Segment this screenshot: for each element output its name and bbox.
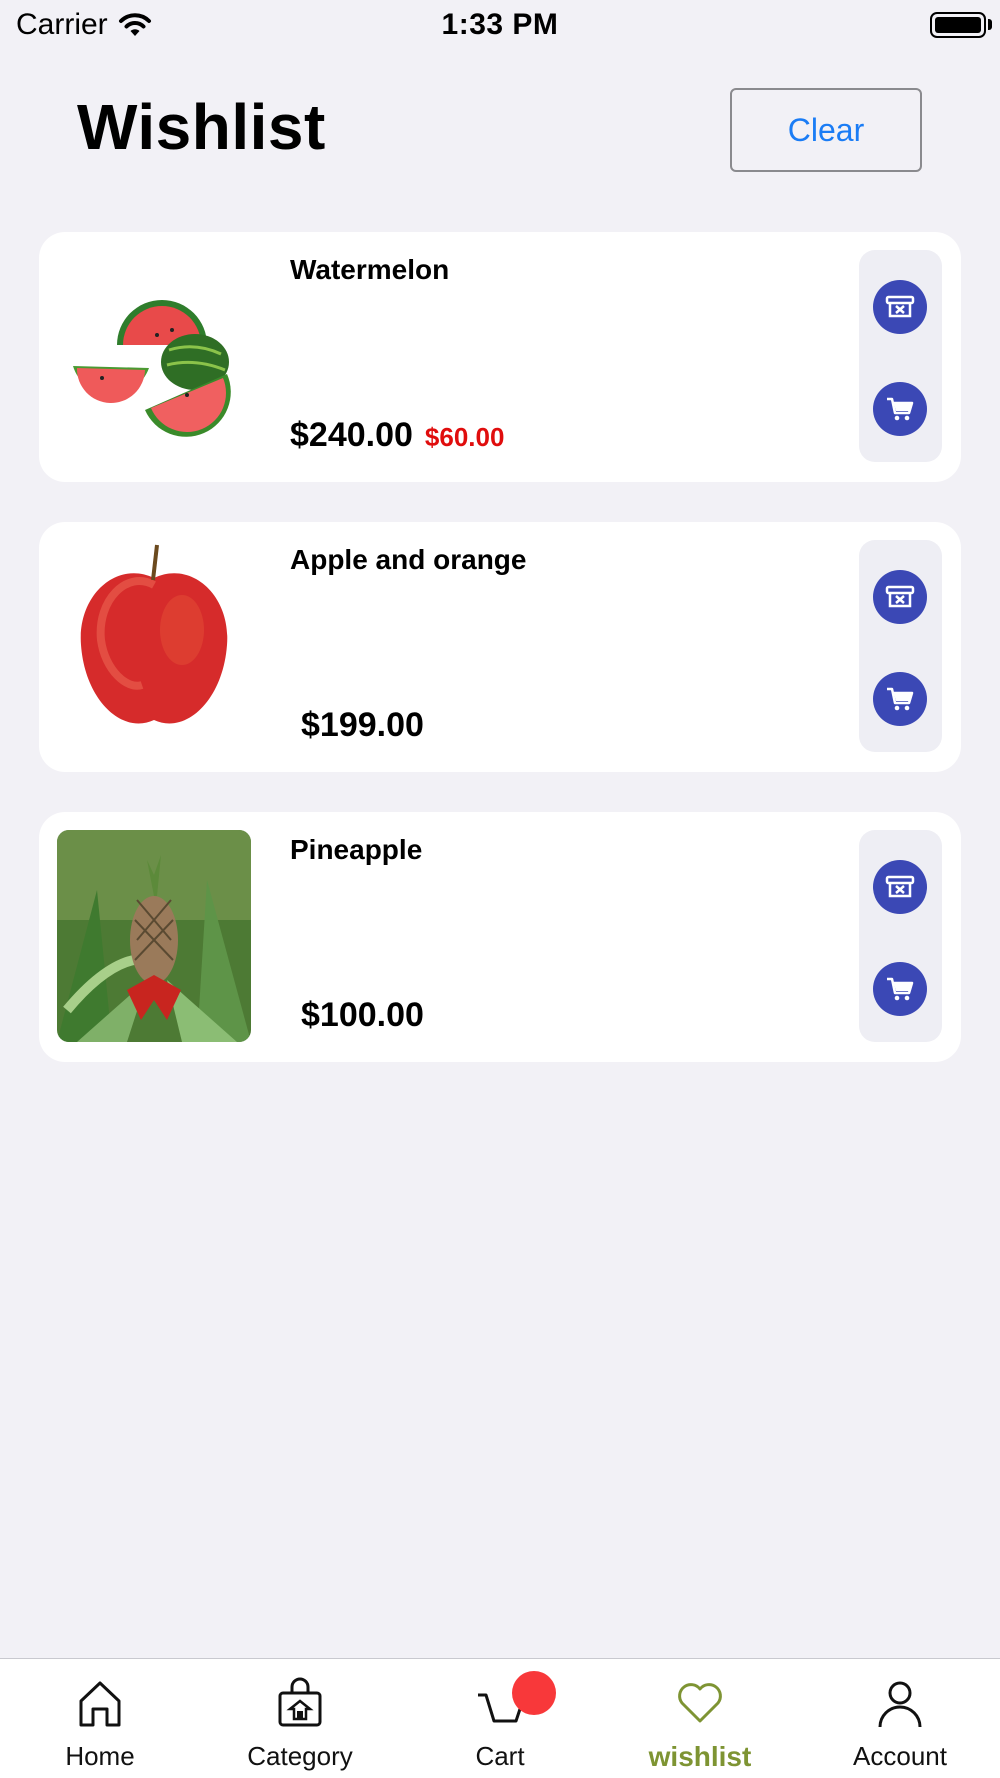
remove-button[interactable] (873, 860, 927, 914)
tab-category[interactable]: Category (200, 1659, 400, 1778)
wishlist-item[interactable]: Watermelon $240.00 $60.00 (39, 232, 961, 482)
remove-icon (885, 295, 915, 318)
add-to-cart-button[interactable] (873, 962, 927, 1016)
pineapple-image (57, 830, 251, 1042)
price-row: $240.00 $60.00 (290, 416, 504, 455)
clear-button[interactable]: Clear (730, 88, 922, 172)
tab-label: wishlist (648, 1741, 752, 1772)
cart-icon (887, 687, 914, 711)
battery-icon (930, 12, 986, 38)
tab-label: Account (853, 1741, 947, 1771)
item-actions (859, 830, 942, 1042)
tab-wishlist[interactable]: wishlist (600, 1659, 800, 1778)
tab-label: Home (65, 1741, 135, 1771)
remove-icon (885, 585, 915, 608)
wishlist-item[interactable]: Apple and orange $199.00 (39, 522, 961, 772)
item-actions (859, 250, 942, 462)
apple-image (57, 540, 251, 752)
remove-icon (885, 875, 915, 898)
status-time: 1:33 PM (441, 8, 559, 41)
item-price: $240.00 (290, 416, 413, 454)
tab-label: Cart (475, 1741, 525, 1771)
category-icon (278, 1677, 322, 1727)
cart-icon (887, 397, 914, 421)
tab-label: Category (247, 1741, 353, 1771)
battery-cap (988, 19, 992, 30)
item-name: Watermelon (290, 254, 450, 285)
item-name: Apple and orange (290, 544, 527, 575)
wishlist-item[interactable]: Pineapple $100.00 (39, 812, 961, 1062)
status-bar: Carrier 1:33 PM (0, 0, 1000, 50)
remove-button[interactable] (873, 280, 927, 334)
item-price: $199.00 (301, 706, 424, 744)
add-to-cart-button[interactable] (873, 382, 927, 436)
item-actions (859, 540, 942, 752)
price-row: $199.00 (301, 706, 424, 745)
cart-icon (887, 977, 914, 1001)
account-icon (878, 1681, 922, 1728)
wishlist-screen: Carrier 1:33 PM Wishlist Clear Watermelo… (0, 0, 1000, 1778)
add-to-cart-button[interactable] (873, 672, 927, 726)
home-icon (79, 1681, 121, 1727)
tab-account[interactable]: Account (800, 1659, 1000, 1778)
item-name: Pineapple (290, 834, 423, 865)
item-price: $100.00 (301, 996, 424, 1034)
page-title: Wishlist (77, 91, 326, 163)
item-old-price: $60.00 (424, 422, 505, 452)
watermelon-image (57, 250, 251, 462)
tab-cart[interactable]: Cart (400, 1659, 600, 1778)
price-row: $100.00 (301, 996, 424, 1035)
remove-button[interactable] (873, 570, 927, 624)
tab-bar: Home Category Cart wishlist Account (0, 1658, 1000, 1778)
heart-icon (678, 1683, 722, 1723)
cart-badge (512, 1671, 556, 1715)
tab-home[interactable]: Home (0, 1659, 200, 1778)
